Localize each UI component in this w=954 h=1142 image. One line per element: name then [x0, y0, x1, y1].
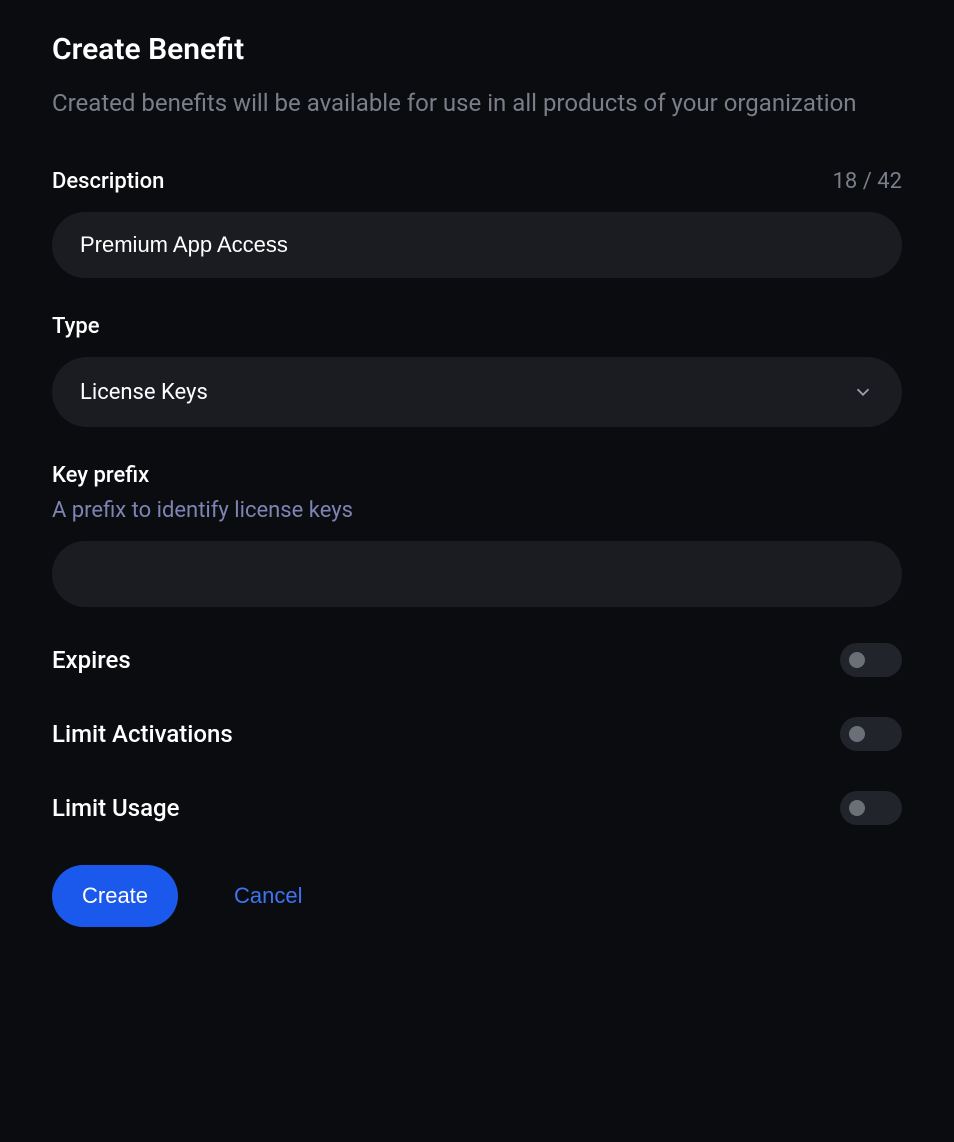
type-select[interactable]: License Keys — [52, 357, 902, 427]
expires-row: Expires — [52, 643, 902, 677]
page-title: Create Benefit — [52, 32, 902, 67]
type-selected-value: License Keys — [80, 380, 208, 405]
create-button[interactable]: Create — [52, 865, 178, 927]
description-label: Description — [52, 169, 164, 194]
description-field: Description 18 / 42 — [52, 169, 902, 278]
key-prefix-label: Key prefix — [52, 463, 902, 488]
actions-row: Create Cancel — [52, 865, 902, 927]
limit-activations-row: Limit Activations — [52, 717, 902, 751]
toggle-knob — [849, 800, 865, 816]
toggle-knob — [849, 726, 865, 742]
page-subtitle: Created benefits will be available for u… — [52, 85, 902, 121]
key-prefix-helper: A prefix to identify license keys — [52, 498, 902, 523]
type-label: Type — [52, 314, 100, 339]
expires-toggle[interactable] — [840, 643, 902, 677]
type-field: Type License Keys — [52, 314, 902, 427]
limit-usage-row: Limit Usage — [52, 791, 902, 825]
cancel-button[interactable]: Cancel — [234, 883, 302, 909]
chevron-down-icon — [852, 381, 874, 403]
toggle-knob — [849, 652, 865, 668]
description-counter: 18 / 42 — [833, 169, 902, 194]
limit-usage-toggle[interactable] — [840, 791, 902, 825]
key-prefix-input[interactable] — [52, 541, 902, 607]
limit-usage-label: Limit Usage — [52, 794, 180, 822]
limit-activations-label: Limit Activations — [52, 720, 233, 748]
limit-activations-toggle[interactable] — [840, 717, 902, 751]
description-input[interactable] — [52, 212, 902, 278]
key-prefix-field: Key prefix A prefix to identify license … — [52, 463, 902, 607]
expires-label: Expires — [52, 646, 131, 674]
